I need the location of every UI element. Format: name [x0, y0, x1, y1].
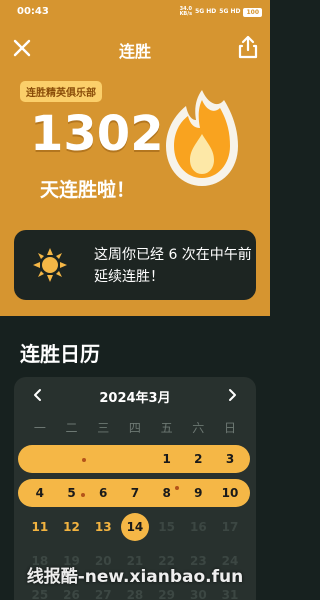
weekday-label: 二 — [65, 421, 78, 435]
calendar-week: 11 12 13 14 15 16 17 — [14, 513, 256, 541]
weekday-header: 一 二 三 四 五 六 日 — [24, 419, 246, 436]
calendar-day[interactable]: 3 — [214, 445, 246, 473]
streak-count: 1302 — [30, 106, 164, 162]
calendar-day — [87, 445, 119, 473]
network-speed: 34.0 KB/s — [179, 6, 193, 17]
watermark-text: 线报酷-new.xianbao.fun — [26, 567, 244, 587]
calendar-day[interactable]: 9 — [183, 479, 215, 507]
calendar-day[interactable]: 2 — [183, 445, 215, 473]
nav-bar: 连胜 — [0, 30, 270, 66]
calendar-day[interactable]: 5 — [56, 479, 88, 507]
calendar-week: 1 2 3 — [14, 445, 256, 473]
calendar-day[interactable]: 13 — [87, 513, 119, 541]
calendar-month: 2024年3月 — [99, 391, 171, 406]
battery-icon: 100 — [243, 7, 262, 17]
notice-text: 这周你已经 6 次在中午前延续连胜！ — [94, 247, 252, 285]
calendar-section-title: 连胜日历 — [20, 342, 100, 366]
share-icon[interactable] — [234, 33, 262, 61]
calendar-day-today[interactable]: 14 — [119, 513, 151, 541]
calendar-day — [119, 445, 151, 473]
chevron-right-icon[interactable] — [224, 387, 240, 403]
calendar-day[interactable]: 6 — [87, 479, 119, 507]
flame-icon — [166, 90, 238, 186]
calendar-day[interactable]: 12 — [56, 513, 88, 541]
status-bar: 00:43 34.0 KB/s 5G HD 5G HD 100 — [0, 0, 270, 22]
weekday-label: 日 — [223, 421, 236, 435]
calendar-day[interactable]: 4 — [24, 479, 56, 507]
signal-icon-1: 5G HD — [195, 8, 217, 15]
status-time: 00:43 — [17, 6, 49, 17]
calendar-day[interactable]: 1 — [151, 445, 183, 473]
calendar-day[interactable]: 8 — [151, 479, 183, 507]
signal-icon-2: 5G HD — [219, 8, 241, 15]
page-title: 连胜 — [118, 42, 151, 61]
calendar-day[interactable]: 16 — [183, 513, 215, 541]
streak-notice-card: 这周你已经 6 次在中午前延续连胜！ — [14, 230, 256, 300]
calendar-week: 4 5 6 7 8 9 10 — [14, 479, 256, 507]
weekday-label: 一 — [33, 421, 46, 435]
calendar-day — [56, 445, 88, 473]
weekday-label: 六 — [192, 421, 205, 435]
calendar-day[interactable]: 17 — [214, 513, 246, 541]
calendar-header: 2024年3月 — [14, 377, 256, 413]
calendar-day[interactable]: 10 — [214, 479, 246, 507]
calendar-day[interactable]: 15 — [151, 513, 183, 541]
weekday-label: 五 — [160, 421, 173, 435]
calendar-day — [24, 445, 56, 473]
status-icons: 34.0 KB/s 5G HD 5G HD 100 — [180, 7, 262, 17]
elite-club-badge[interactable]: 连胜精英俱乐部 — [20, 81, 102, 102]
weekday-label: 三 — [97, 421, 110, 435]
sun-icon — [33, 248, 67, 282]
calendar-day[interactable]: 7 — [119, 479, 151, 507]
calendar-day[interactable]: 11 — [24, 513, 56, 541]
streak-label: 天连胜啦！ — [40, 179, 136, 201]
weekday-label: 四 — [128, 421, 141, 435]
